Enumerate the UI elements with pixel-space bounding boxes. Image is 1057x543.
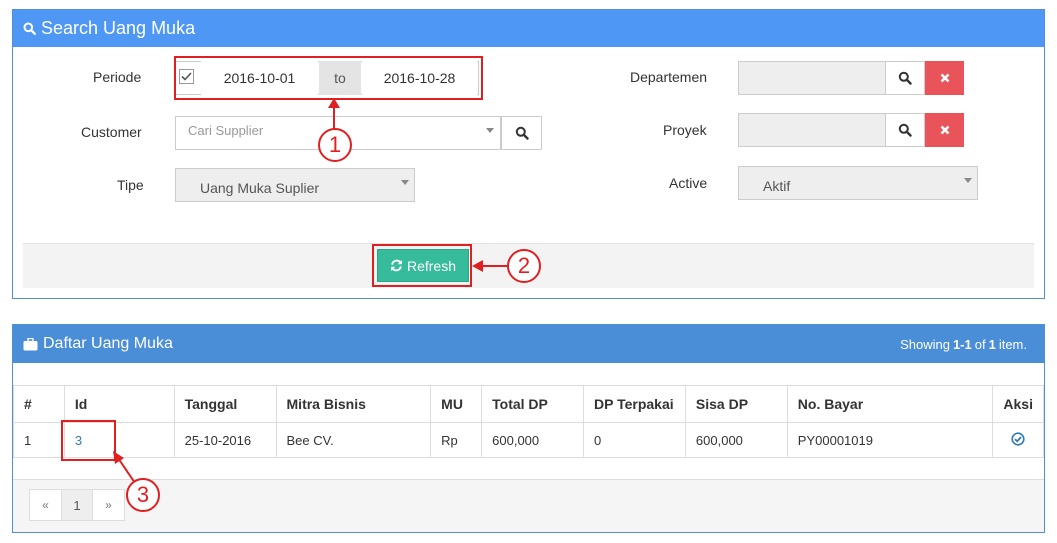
- customer-search-button[interactable]: [501, 116, 542, 150]
- cell-aksi: [992, 422, 1044, 458]
- table-header-row: # Id Tanggal Mitra Bisnis MU Total DP DP…: [13, 385, 1044, 423]
- column-header[interactable]: Id: [63, 385, 175, 423]
- annotation-arrow-2: [472, 260, 508, 272]
- pagination: « 1 »: [29, 489, 125, 521]
- search-icon: [898, 123, 912, 137]
- briefcase-icon: [23, 337, 38, 351]
- list-panel: Daftar Uang Muka Showing 1-1 of 1 item. …: [12, 324, 1045, 533]
- table-row: 1 3 25-10-2016 Bee CV. Rp 600,000 0 600,…: [13, 422, 1044, 458]
- customer-label: Customer: [81, 124, 142, 140]
- close-icon: [940, 73, 949, 83]
- search-panel-header: Search Uang Muka: [13, 10, 1044, 47]
- table-footer: [13, 479, 1044, 532]
- active-value: Aktif: [763, 178, 791, 194]
- search-icon: [515, 126, 529, 140]
- column-header[interactable]: Total DP: [481, 385, 585, 423]
- column-header[interactable]: No. Bayar: [786, 385, 994, 423]
- column-header: Aksi: [992, 385, 1044, 423]
- cell-dp-terpakai: 0: [583, 422, 686, 458]
- cell-mitra: Bee CV.: [275, 422, 432, 458]
- column-header[interactable]: Mitra Bisnis: [275, 385, 432, 423]
- check-circle-icon[interactable]: [1011, 431, 1025, 446]
- departemen-clear-button[interactable]: [925, 61, 964, 95]
- search-panel-title: Search Uang Muka: [41, 18, 196, 38]
- pagination-next[interactable]: »: [92, 489, 125, 521]
- customer-caret-icon: [486, 128, 494, 133]
- active-caret-icon: [964, 178, 972, 183]
- pagination-page-1[interactable]: 1: [61, 489, 93, 521]
- search-icon: [23, 22, 36, 35]
- search-panel: Search Uang Muka Periode 2016-10-01 to 2…: [12, 9, 1045, 299]
- proyek-clear-button[interactable]: [925, 113, 964, 147]
- cell-tanggal: 25-10-2016: [173, 422, 277, 458]
- uang-muka-table: # Id Tanggal Mitra Bisnis MU Total DP DP…: [13, 385, 1044, 458]
- departemen-input[interactable]: [738, 61, 886, 95]
- tipe-label: Tipe: [117, 177, 144, 193]
- summary-range: 1-1: [952, 336, 972, 352]
- annotation-box-2: [372, 244, 472, 287]
- cell-no-bayar: PY00001019: [786, 422, 994, 458]
- annotation-badge-2: 2: [507, 249, 541, 283]
- tipe-value: Uang Muka Suplier: [200, 180, 320, 196]
- annotation-box-1: [174, 56, 483, 100]
- summary-text: Showing 1-1 of 1 item.: [900, 325, 1027, 363]
- periode-label: Periode: [93, 69, 142, 85]
- annotation-box-3: [61, 420, 116, 461]
- pagination-prev[interactable]: «: [29, 489, 62, 521]
- cell-total-dp: 600,000: [481, 422, 585, 458]
- list-panel-title: Daftar Uang Muka: [43, 335, 173, 352]
- active-label: Active: [669, 175, 708, 191]
- close-icon: [940, 125, 949, 135]
- column-header: #: [13, 385, 65, 423]
- column-header[interactable]: Sisa DP: [684, 385, 788, 423]
- customer-placeholder: Cari Supplier: [188, 123, 264, 138]
- proyek-label: Proyek: [663, 122, 707, 138]
- list-panel-header: Daftar Uang Muka Showing 1-1 of 1 item.: [13, 325, 1044, 363]
- column-header[interactable]: DP Terpakai: [583, 385, 686, 423]
- summary-prefix: Showing: [900, 336, 950, 352]
- proyek-input[interactable]: [738, 113, 886, 147]
- column-header[interactable]: MU: [430, 385, 483, 423]
- cell-sisa-dp: 600,000: [684, 422, 788, 458]
- column-header[interactable]: Tanggal: [173, 385, 277, 423]
- proyek-search-button[interactable]: [885, 113, 925, 147]
- summary-of: of: [974, 336, 986, 352]
- departemen-label: Departemen: [630, 69, 708, 85]
- annotation-badge-1: 1: [318, 128, 352, 162]
- cell-mu: Rp: [430, 422, 483, 458]
- summary-count: 1: [988, 336, 996, 352]
- search-icon: [898, 71, 912, 85]
- departemen-search-button[interactable]: [885, 61, 925, 95]
- tipe-caret-icon: [401, 180, 409, 185]
- cell-no: 1: [13, 422, 65, 458]
- annotation-badge-3: 3: [126, 478, 160, 512]
- annotation-arrow-1: [328, 98, 340, 129]
- summary-suffix: item.: [998, 336, 1027, 352]
